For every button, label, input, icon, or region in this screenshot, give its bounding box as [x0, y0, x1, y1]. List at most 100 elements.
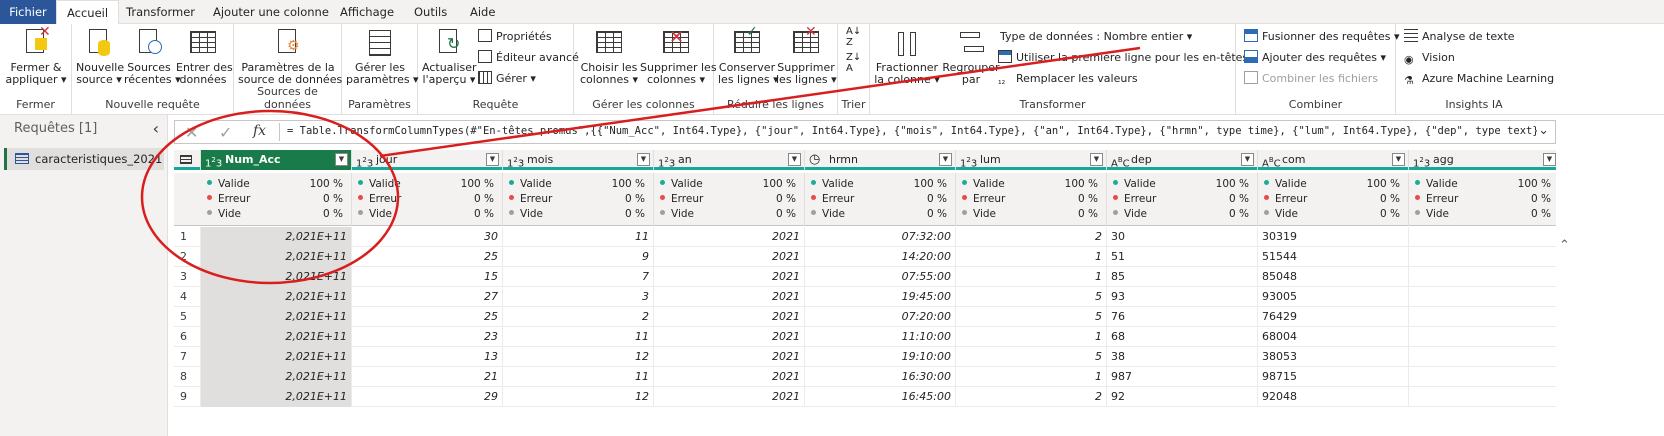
tab-ajouter-colonne[interactable]: Ajouter une colonne: [203, 0, 339, 24]
table-cell-agg[interactable]: [1409, 327, 1556, 347]
table-cell-hrmn[interactable]: 07:32:00: [805, 227, 956, 247]
column-header-num_acc[interactable]: 123 Num_Acc ▼: [201, 150, 352, 170]
table-cell-hrmn[interactable]: 07:20:00: [805, 307, 956, 327]
column-filter-dropdown-icon[interactable]: ▼: [1241, 153, 1254, 166]
table-cell-an[interactable]: 2021: [654, 247, 805, 267]
table-cell-com[interactable]: 30319: [1258, 227, 1409, 247]
collapse-pane-icon[interactable]: ‹: [153, 119, 159, 138]
column-header-mois[interactable]: 123 mois ▼: [503, 150, 654, 170]
table-cell-com[interactable]: 92048: [1258, 387, 1409, 407]
combine-files-button[interactable]: Combiner les fichiers: [1244, 70, 1378, 88]
table-cell-dep[interactable]: 51: [1107, 247, 1258, 267]
table-cell-jour[interactable]: 30: [352, 227, 503, 247]
table-cell-agg[interactable]: [1409, 267, 1556, 287]
column-header-hrmn[interactable]: ◷ hrmn ▼: [805, 150, 956, 170]
tab-affichage[interactable]: Affichage: [330, 0, 404, 24]
row-number[interactable]: 7: [174, 347, 201, 367]
table-cell-lum[interactable]: 1: [956, 247, 1107, 267]
table-cell-num_acc[interactable]: 2,021E+11: [201, 227, 352, 247]
table-cell-hrmn[interactable]: 16:30:00: [805, 367, 956, 387]
table-cell-mois[interactable]: 11: [503, 327, 654, 347]
remove-rows-button[interactable]: ✕ Supprimer les lignes ▾: [776, 25, 837, 86]
table-cell-jour[interactable]: 27: [352, 287, 503, 307]
table-cell-lum[interactable]: 1: [956, 367, 1107, 387]
expand-formula-icon[interactable]: ⌄: [1538, 123, 1549, 138]
table-cell-hrmn[interactable]: 19:10:00: [805, 347, 956, 367]
table-cell-an[interactable]: 2021: [654, 347, 805, 367]
advanced-editor-button[interactable]: Éditeur avancé: [478, 49, 579, 67]
table-cell-num_acc[interactable]: 2,021E+11: [201, 347, 352, 367]
table-cell-an[interactable]: 2021: [654, 227, 805, 247]
table-cell-jour[interactable]: 15: [352, 267, 503, 287]
remove-columns-button[interactable]: ✕ Supprimer les colonnes ▾: [640, 28, 717, 86]
column-filter-dropdown-icon[interactable]: ▼: [335, 153, 348, 166]
table-cell-lum[interactable]: 5: [956, 287, 1107, 307]
column-header-agg[interactable]: 123 agg ▼: [1409, 150, 1556, 170]
table-cell-jour[interactable]: 25: [352, 307, 503, 327]
table-cell-num_acc[interactable]: 2,021E+11: [201, 327, 352, 347]
table-cell-hrmn[interactable]: 07:55:00: [805, 267, 956, 287]
table-cell-com[interactable]: 76429: [1258, 307, 1409, 327]
table-cell-dep[interactable]: 76: [1107, 307, 1258, 327]
table-menu-icon[interactable]: [174, 150, 201, 170]
split-column-button[interactable]: Fractionner la colonne ▾: [874, 28, 940, 86]
tab-fichier[interactable]: Fichier: [0, 0, 56, 24]
row-number[interactable]: 2: [174, 247, 201, 267]
table-cell-an[interactable]: 2021: [654, 267, 805, 287]
table-cell-mois[interactable]: 11: [503, 227, 654, 247]
table-cell-agg[interactable]: [1409, 287, 1556, 307]
replace-values-button[interactable]: ₁₂ Remplacer les valeurs: [998, 70, 1138, 88]
table-cell-an[interactable]: 2021: [654, 367, 805, 387]
tab-transformer[interactable]: Transformer: [116, 0, 205, 24]
table-cell-dep[interactable]: 93: [1107, 287, 1258, 307]
tab-aide[interactable]: Aide: [460, 0, 505, 24]
table-cell-num_acc[interactable]: 2,021E+11: [201, 287, 352, 307]
table-cell-jour[interactable]: 23: [352, 327, 503, 347]
table-cell-num_acc[interactable]: 2,021E+11: [201, 247, 352, 267]
manage-button[interactable]: Gérer ▾: [478, 70, 536, 88]
enter-data-button[interactable]: Entrer des données: [176, 28, 233, 86]
column-filter-dropdown-icon[interactable]: ▼: [1090, 153, 1103, 166]
table-cell-num_acc[interactable]: 2,021E+11: [201, 387, 352, 407]
tab-accueil[interactable]: Accueil: [56, 0, 120, 25]
table-cell-an[interactable]: 2021: [654, 307, 805, 327]
use-first-row-headers-button[interactable]: Utiliser la première ligne pour les en-t…: [998, 49, 1257, 67]
column-filter-dropdown-icon[interactable]: ▼: [939, 153, 952, 166]
table-cell-num_acc[interactable]: 2,021E+11: [201, 367, 352, 387]
manage-parameters-button[interactable]: Gérer les paramètres ▾: [346, 28, 419, 86]
table-cell-hrmn[interactable]: 14:20:00: [805, 247, 956, 267]
table-cell-hrmn[interactable]: 16:45:00: [805, 387, 956, 407]
column-header-lum[interactable]: 123 lum ▼: [956, 150, 1107, 170]
table-cell-agg[interactable]: [1409, 307, 1556, 327]
table-cell-agg[interactable]: [1409, 247, 1556, 267]
column-header-jour[interactable]: 123 jour ▼: [352, 150, 503, 170]
column-header-an[interactable]: 123 an ▼: [654, 150, 805, 170]
cancel-formula-icon[interactable]: ✕: [185, 123, 198, 142]
append-queries-button[interactable]: Ajouter des requêtes ▾: [1244, 49, 1386, 67]
formula-input[interactable]: = Table.TransformColumnTypes(#"En-têtes …: [287, 125, 1537, 137]
properties-button[interactable]: Propriétés: [478, 28, 552, 46]
table-cell-hrmn[interactable]: 19:45:00: [805, 287, 956, 307]
table-cell-dep[interactable]: 68: [1107, 327, 1258, 347]
data-type-dropdown[interactable]: Type de données : Nombre entier ▾: [1000, 28, 1192, 46]
table-cell-an[interactable]: 2021: [654, 327, 805, 347]
table-cell-com[interactable]: 93005: [1258, 287, 1409, 307]
table-cell-mois[interactable]: 3: [503, 287, 654, 307]
sort-descending-button[interactable]: Z↓ A: [846, 52, 861, 74]
column-header-dep[interactable]: ABC dep ▼: [1107, 150, 1258, 170]
confirm-formula-icon[interactable]: ✓: [219, 123, 232, 142]
column-header-com[interactable]: ABC com ▼: [1258, 150, 1409, 170]
table-cell-jour[interactable]: 29: [352, 387, 503, 407]
table-cell-lum[interactable]: 5: [956, 307, 1107, 327]
keep-rows-button[interactable]: ✓ Conserver les lignes ▾: [718, 25, 779, 86]
column-filter-dropdown-icon[interactable]: ▼: [637, 153, 650, 166]
group-by-button[interactable]: Regrouper par: [942, 28, 1000, 86]
table-cell-dep[interactable]: 38: [1107, 347, 1258, 367]
table-cell-lum[interactable]: 2: [956, 227, 1107, 247]
table-cell-agg[interactable]: [1409, 387, 1556, 407]
column-filter-dropdown-icon[interactable]: ▼: [1543, 153, 1556, 166]
row-number[interactable]: 1: [174, 227, 201, 247]
scroll-up-icon[interactable]: ⌃: [1559, 238, 1570, 253]
table-cell-mois[interactable]: 12: [503, 347, 654, 367]
table-cell-jour[interactable]: 25: [352, 247, 503, 267]
